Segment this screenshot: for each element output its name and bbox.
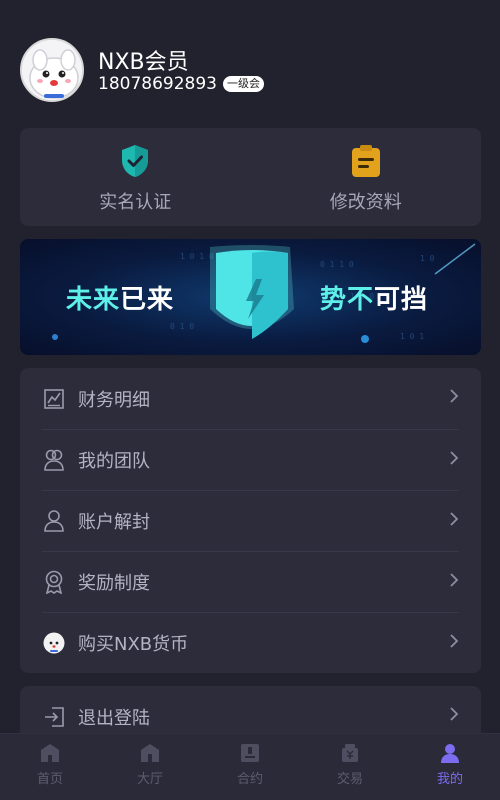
shield-check-icon [122, 145, 149, 177]
banner-right-text-b: 可挡 [374, 285, 429, 315]
banner-left-text: 未来已来 [66, 279, 174, 316]
quick-action-edit-profile[interactable]: 修改资料 [251, 128, 482, 226]
clipboard-icon [351, 145, 380, 177]
menu-item-rewards[interactable]: 奖励制度 [42, 551, 459, 612]
menu-item-team[interactable]: 我的团队 [42, 429, 459, 490]
quick-action-verify[interactable]: 实名认证 [20, 128, 251, 226]
quick-action-label: 修改资料 [329, 192, 402, 213]
logout-icon [42, 705, 66, 729]
profile-header: NXB会员 18078692893 一级会 [0, 0, 500, 128]
tab-contract[interactable]: 合约 [200, 734, 300, 800]
banner-left-text-b: 已来 [120, 285, 175, 315]
menu-item-unfreeze-account[interactable]: 账户解封 [42, 490, 459, 551]
contract-icon [241, 744, 259, 762]
svg-text:1 0 1: 1 0 1 [400, 332, 424, 341]
trade-icon [342, 744, 358, 762]
quick-action-label: 实名认证 [99, 192, 172, 213]
tab-hall[interactable]: 大厅 [100, 734, 200, 800]
tab-profile[interactable]: 我的 [400, 734, 500, 800]
chevron-right-icon [449, 511, 459, 531]
mascot-avatar-icon [22, 40, 82, 100]
tab-label: 我的 [436, 772, 463, 787]
hall-icon [141, 744, 159, 762]
banner-right-text: 势不可挡 [320, 279, 428, 316]
svg-text:0 1 1 0: 0 1 1 0 [320, 260, 354, 269]
svg-text:0 1 0: 0 1 0 [170, 322, 194, 331]
medal-icon [42, 570, 66, 594]
chart-icon [42, 387, 66, 411]
tab-label: 合约 [236, 772, 263, 787]
chevron-right-icon [449, 388, 459, 408]
menu-item-finance[interactable]: 财务明细 [42, 368, 459, 429]
username: NXB会员 [98, 50, 189, 75]
svg-text:1 0: 1 0 [420, 254, 435, 263]
menu-item-label: 财务明细 [78, 389, 150, 411]
home-icon [41, 744, 59, 762]
phone-row: 18078692893 一级会 [98, 74, 264, 94]
menu-item-label: 账户解封 [78, 512, 150, 533]
quick-actions-card: 实名认证 修改资料 [20, 128, 481, 226]
tab-home[interactable]: 首页 [0, 734, 100, 800]
menu-item-label: 我的团队 [78, 451, 150, 472]
chevron-right-icon [449, 633, 459, 653]
mascot-icon [42, 631, 66, 655]
promo-banner[interactable]: 1 0 1 0 0 1 1 0 1 1 0 0 1 0 1 0 1 1 0 未来… [20, 239, 481, 355]
bottom-tab-bar: 首页 大厅 合约 交易 我的 [0, 733, 500, 800]
menu-item-label: 购买NXB货币 [78, 634, 189, 655]
banner-left-text-a: 未来 [66, 285, 121, 315]
chevron-right-icon [449, 572, 459, 592]
banner-right-text-a: 势不 [320, 285, 375, 315]
tab-label: 首页 [36, 772, 63, 787]
svg-text:1 0 1 0: 1 0 1 0 [180, 252, 214, 261]
tab-label: 交易 [336, 772, 363, 787]
phone-number: 18078692893 [98, 74, 217, 94]
menu-item-label: 退出登陆 [78, 708, 150, 729]
menu-card: 财务明细 我的团队 账户解封 奖励制度 购买NXB货币 [20, 368, 481, 673]
level-badge: 一级会 [222, 76, 264, 92]
team-icon [42, 448, 66, 472]
avatar[interactable] [20, 38, 84, 102]
chevron-right-icon [449, 450, 459, 470]
menu-item-label: 奖励制度 [78, 573, 150, 594]
tab-label: 大厅 [136, 772, 163, 787]
tab-trade[interactable]: 交易 [300, 734, 400, 800]
user-icon [42, 509, 66, 533]
menu-item-buy-nxb[interactable]: 购买NXB货币 [42, 612, 459, 673]
profile-icon [441, 744, 459, 763]
chevron-right-icon [449, 706, 459, 726]
